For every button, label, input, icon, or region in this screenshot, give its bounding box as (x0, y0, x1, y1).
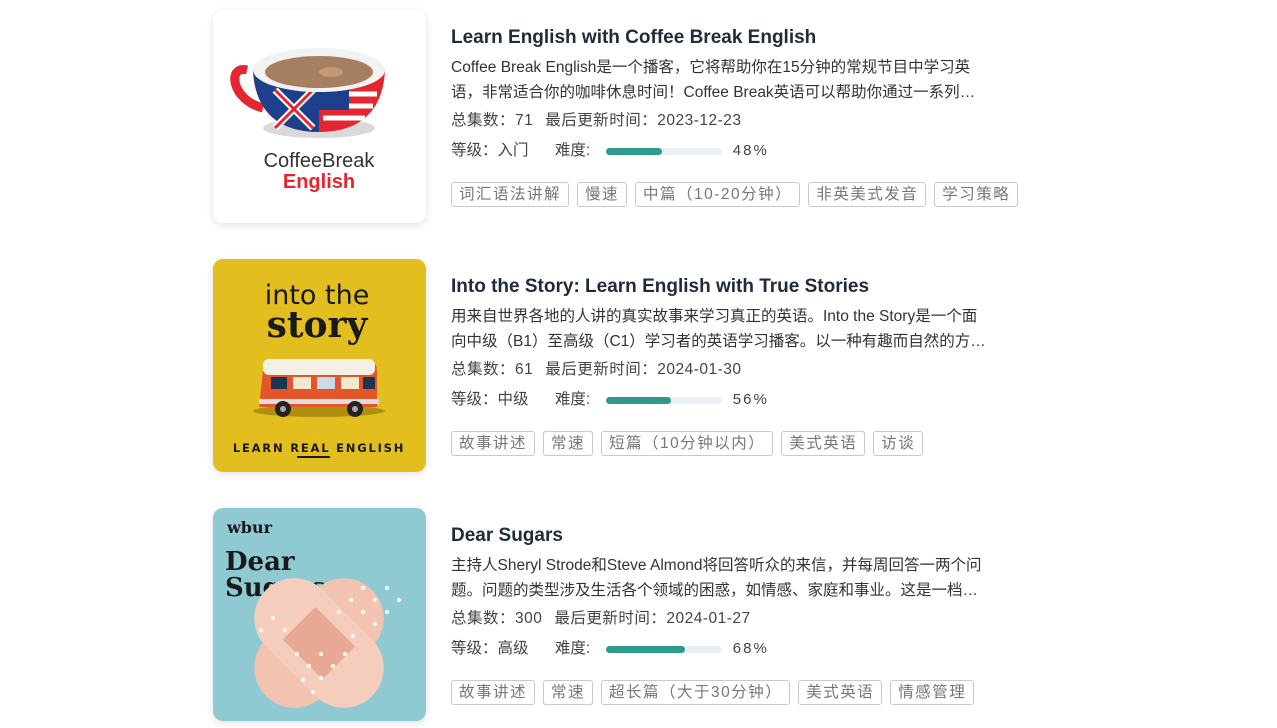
tag[interactable]: 常速 (543, 680, 594, 705)
podcast-card[interactable]: into the story LEARN REAL ENGLISH Into t… (213, 259, 1113, 472)
podcast-card[interactable]: CoffeeBreak English Learn English with C… (213, 10, 1113, 223)
difficulty-bar (606, 645, 723, 653)
podcast-title[interactable]: Dear Sugars (451, 525, 563, 547)
tag[interactable]: 慢速 (577, 182, 628, 207)
difficulty-percent: 56% (732, 391, 769, 408)
svg-text:wbur: wbur (226, 518, 273, 537)
tag-list: 词汇语法讲解 慢速 中篇（10-20分钟） 非英美式发音 学习策略 (451, 182, 1026, 207)
svg-text:LEARN REAL ENGLISH: LEARN REAL ENGLISH (233, 441, 405, 455)
tag-list: 故事讲述 常速 超长篇（大于30分钟） 美式英语 情感管理 (451, 680, 982, 705)
level-label: 等级：中级 (451, 391, 529, 408)
difficulty-bar-fill (606, 147, 663, 155)
heart-bandage-artwork: wbur Dear Sugars (225, 518, 402, 708)
tag[interactable]: 美式英语 (798, 680, 883, 705)
tag[interactable]: 故事讲述 (451, 431, 536, 456)
podcast-cover[interactable]: into the story LEARN REAL ENGLISH (213, 259, 426, 472)
camper-van-artwork: into the story LEARN REAL ENGLISH (233, 280, 405, 458)
difficulty-label: 难度: (554, 391, 591, 408)
podcast-description: 主持人Sheryl Strode和Steve Almond将回答听众的来信，并每… (451, 557, 982, 599)
tag[interactable]: 词汇语法讲解 (451, 182, 570, 207)
podcast-meta: 总集数：300 最后更新时间：2024-01-27 (451, 606, 751, 628)
svg-text:English: English (283, 171, 355, 193)
difficulty-bar (606, 147, 723, 155)
difficulty-bar-fill (606, 645, 686, 653)
tag[interactable]: 美式英语 (781, 431, 866, 456)
podcast-description: 用来自世界各地的人讲的真实故事来学习真正的英语。Into the Story是一… (451, 308, 986, 350)
tag[interactable]: 短篇（10分钟以内） (601, 431, 774, 456)
level-label: 等级：高级 (451, 640, 529, 657)
tag[interactable]: 学习策略 (934, 182, 1019, 207)
tag[interactable]: 超长篇（大于30分钟） (601, 680, 791, 705)
podcast-card[interactable]: wbur Dear Sugars Dear Sugar (213, 508, 1113, 721)
tag-list: 故事讲述 常速 短篇（10分钟以内） 美式英语 访谈 (451, 431, 931, 456)
difficulty-label: 难度: (554, 142, 591, 159)
podcast-description: Coffee Break English是一个播客，它将帮助你在15分钟的常规节… (451, 59, 976, 101)
difficulty-bar-fill (606, 396, 672, 404)
tag[interactable]: 中篇（10-20分钟） (635, 182, 801, 207)
tag[interactable]: 非英美式发音 (808, 182, 927, 207)
podcast-meta: 总集数：61 最后更新时间：2024-01-30 (451, 357, 742, 379)
difficulty-percent: 48% (732, 142, 769, 159)
episode-count: 总集数：71 (451, 112, 534, 129)
tag[interactable]: 故事讲述 (451, 680, 536, 705)
last-updated: 最后更新时间：2024-01-30 (545, 361, 742, 378)
difficulty-label: 难度: (554, 640, 591, 657)
level-row: 等级：高级 难度: 68% (451, 638, 769, 660)
difficulty-bar (606, 396, 723, 404)
tag[interactable]: 常速 (543, 431, 594, 456)
podcast-cover[interactable]: wbur Dear Sugars (213, 508, 426, 721)
level-row: 等级：中级 难度: 56% (451, 389, 769, 411)
level-row: 等级：入门 难度: 48% (451, 140, 769, 162)
tag[interactable]: 情感管理 (890, 680, 975, 705)
last-updated: 最后更新时间：2024-01-27 (554, 610, 751, 627)
podcast-title[interactable]: Learn English with Coffee Break English (451, 27, 816, 49)
episode-count: 总集数：61 (451, 361, 534, 378)
last-updated: 最后更新时间：2023-12-23 (545, 112, 742, 129)
episode-count: 总集数：300 (451, 610, 543, 627)
svg-text:CoffeeBreak: CoffeeBreak (264, 150, 376, 172)
podcast-title[interactable]: Into the Story: Learn English with True … (451, 276, 869, 298)
tag[interactable]: 访谈 (873, 431, 924, 456)
podcast-meta: 总集数：71 最后更新时间：2023-12-23 (451, 108, 742, 130)
podcast-cover[interactable]: CoffeeBreak English (213, 10, 426, 223)
coffee-cup-logo: CoffeeBreak English (230, 48, 385, 193)
difficulty-percent: 68% (732, 640, 769, 657)
level-label: 等级：入门 (451, 142, 529, 159)
svg-text:story: story (267, 304, 369, 346)
